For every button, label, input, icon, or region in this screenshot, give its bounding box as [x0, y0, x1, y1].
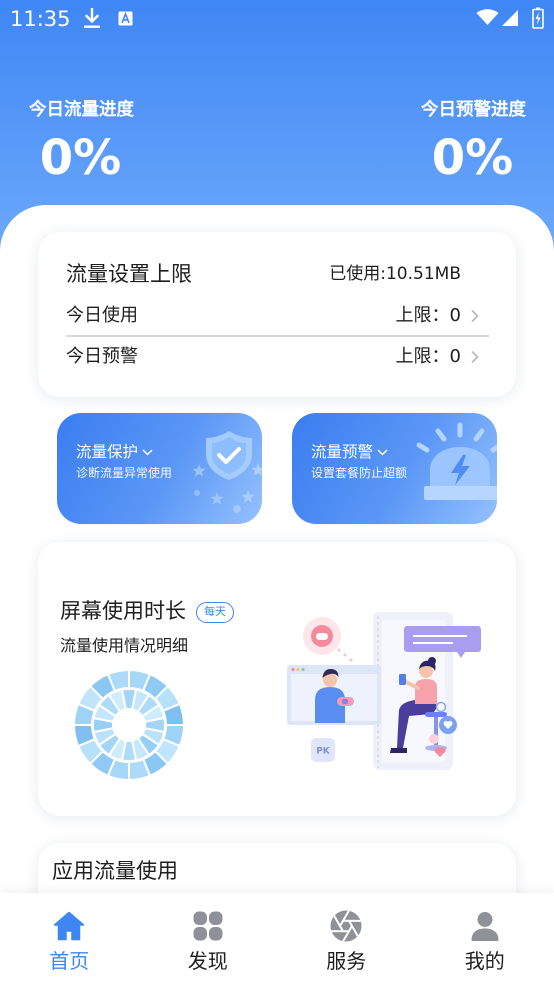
limit-card-title: 流量设置上限: [66, 262, 192, 286]
aperture-icon: [330, 910, 362, 942]
traffic-protection-card[interactable]: 流量保护 诊断流量异常使用: [57, 413, 262, 524]
user-icon: [471, 912, 499, 941]
bottom-nav: 首页 发现 服务 我的: [0, 893, 554, 984]
nav-item-discover[interactable]: 发现: [139, 893, 278, 984]
traffic-warning-title-row: 流量预警: [311, 442, 388, 462]
status-time: 11:35: [10, 7, 71, 31]
chevron-right-icon: [471, 350, 479, 364]
traffic-protection-title: 流量保护: [76, 443, 139, 461]
discover-grid-icon: [193, 911, 223, 941]
chevron-right-icon: [471, 309, 479, 323]
screen-time-card[interactable]: 屏幕使用时长 每天 流量使用情况明细 PK: [38, 542, 516, 816]
nav-label-service: 服务: [326, 949, 367, 973]
traffic-progress-value: 0%: [39, 130, 122, 186]
app-a-icon: [118, 11, 133, 26]
screen-time-title: 屏幕使用时长: [60, 599, 186, 623]
row-divider: [66, 335, 489, 337]
chevron-down-icon: [377, 448, 388, 456]
warning-progress-label: 今日预警进度: [421, 100, 526, 120]
traffic-protection-title-row: 流量保护: [76, 442, 153, 462]
today-usage-label: 今日使用: [66, 305, 138, 326]
traffic-warning-subtitle: 设置套餐防止超额: [311, 466, 408, 480]
today-warning-label: 今日预警: [66, 346, 138, 367]
used-traffic-text: 已使用:10.51MB: [329, 264, 461, 284]
nav-label-mine: 我的: [464, 949, 505, 973]
traffic-limit-card: 流量设置上限 已使用:10.51MB 今日使用 上限：0 今日预警 上限：0: [38, 232, 516, 397]
today-usage-limit: 上限：0: [395, 305, 461, 326]
usage-wheel-graphic: [73, 669, 185, 781]
nav-item-service[interactable]: 服务: [277, 893, 416, 984]
home-icon: [54, 911, 85, 941]
today-warning-row[interactable]: 今日预警 上限：0: [38, 342, 516, 372]
traffic-progress-label: 今日流量进度: [29, 100, 134, 120]
traffic-warning-title: 流量预警: [311, 443, 374, 461]
traffic-protection-subtitle: 诊断流量异常使用: [76, 466, 173, 480]
wifi-icon: [476, 9, 499, 25]
app-usage-title: 应用流量使用: [52, 859, 178, 883]
pk-icon-label: PK: [316, 747, 331, 757]
screen-time-illustration: PK: [287, 612, 481, 770]
download-icon: [84, 8, 100, 28]
today-warning-limit: 上限：0: [395, 346, 461, 367]
nav-item-mine[interactable]: 我的: [416, 893, 554, 984]
warning-progress-value: 0%: [431, 130, 514, 186]
nav-label-home: 首页: [49, 949, 90, 973]
nav-item-home[interactable]: 首页: [0, 893, 139, 984]
period-badge[interactable]: 每天: [196, 602, 234, 623]
chevron-down-icon: [142, 448, 153, 456]
today-usage-row[interactable]: 今日使用 上限：0: [38, 301, 516, 331]
screen-time-subtitle: 流量使用情况明细: [60, 636, 189, 655]
wheel-center: [114, 710, 144, 740]
battery-charging-icon: [532, 7, 544, 29]
nav-label-discover: 发现: [187, 949, 228, 973]
cell-signal-icon: [502, 10, 518, 26]
traffic-warning-card[interactable]: 流量预警 设置套餐防止超额: [292, 413, 497, 524]
